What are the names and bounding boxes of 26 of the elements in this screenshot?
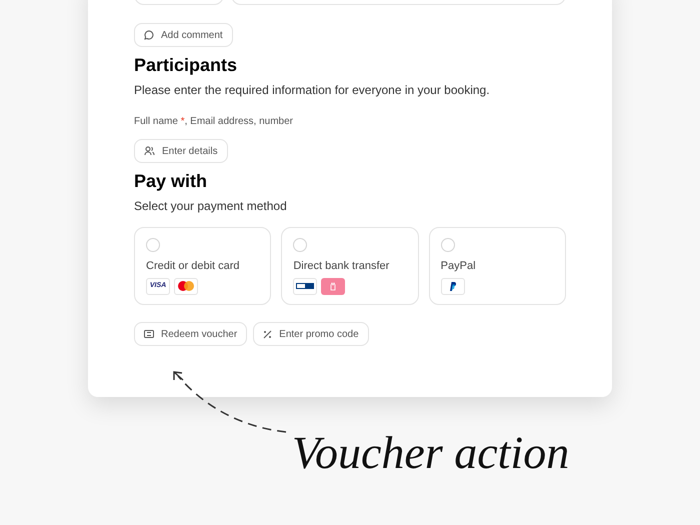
radio-button[interactable] (146, 238, 160, 252)
paypal-icon (449, 282, 456, 290)
users-icon (144, 146, 155, 156)
annotation-text: Voucher action (292, 426, 570, 480)
field-requirements: Full name *, Email address, number (134, 115, 293, 129)
payment-option-label: Direct bank transfer (293, 259, 390, 274)
section-description: Please enter the required information for everyone in your booking. (134, 82, 490, 99)
section-title: Participants (134, 54, 238, 76)
enter-details-button[interactable]: Enter details (134, 139, 228, 163)
percent-icon (263, 330, 272, 338)
comment-icon (144, 30, 154, 40)
payment-option-label: Credit or debit card (146, 259, 240, 274)
redeem-voucher-button[interactable]: Redeem voucher (134, 322, 248, 346)
section-title: Pay with (134, 170, 208, 192)
section-description: Select your payment method (134, 198, 287, 215)
hand-logo-icon (321, 278, 346, 294)
bank-card-icon (296, 283, 314, 289)
ticket-icon (144, 330, 154, 338)
mastercard-icon (178, 281, 194, 291)
payment-option-label: PayPal (440, 259, 476, 274)
radio-button[interactable] (440, 238, 455, 252)
payment-option-card[interactable]: PayPal (428, 227, 566, 305)
radio-button[interactable] (293, 238, 308, 252)
promo-code-button[interactable]: Enter promo code (253, 322, 369, 346)
add-comment-button[interactable]: Add comment (134, 23, 233, 47)
payment-option-card[interactable]: Direct bank transfer (281, 227, 419, 305)
